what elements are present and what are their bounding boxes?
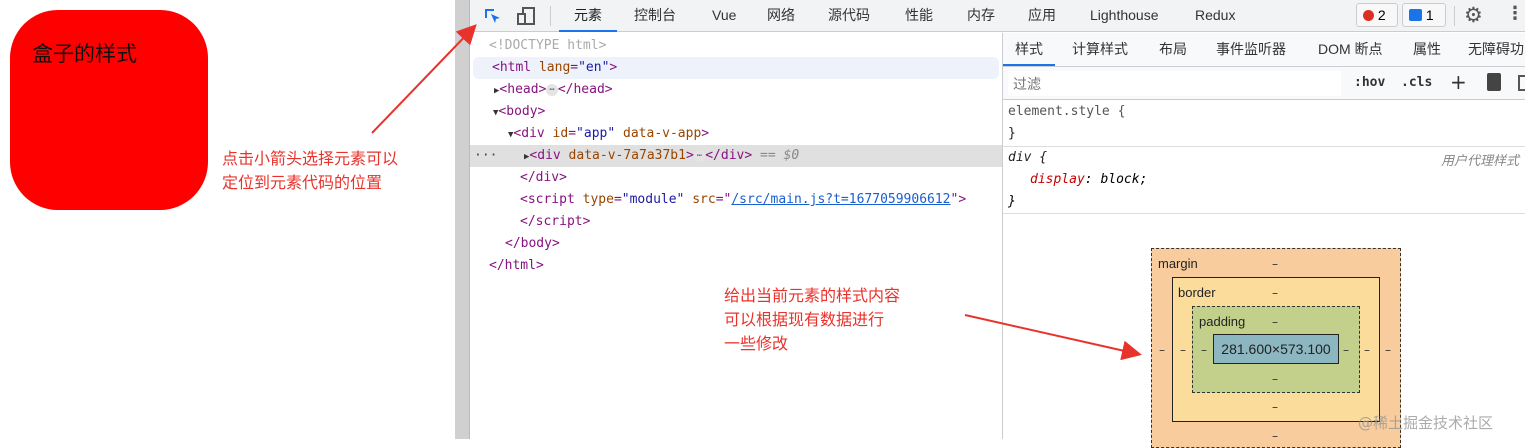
annotation-arrows	[371, 24, 1142, 361]
arrow-to-inspect	[371, 24, 477, 134]
arrow-to-box-model	[964, 314, 1142, 361]
